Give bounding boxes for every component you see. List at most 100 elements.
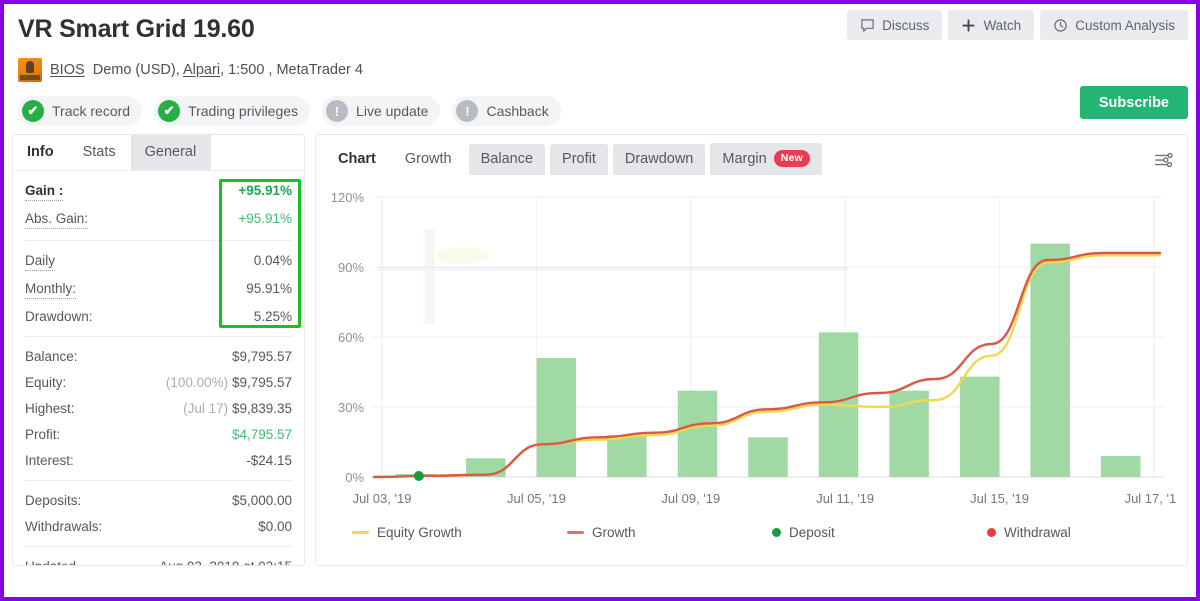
svg-text:Jul 11, '19: Jul 11, '19 [816,491,874,506]
header-actions: Discuss Watch Custom Analysis [847,10,1188,40]
stat-label: Withdrawals: [25,519,103,534]
stat-label: Profit: [25,427,61,442]
status-badge-live-update[interactable]: ! Live update [322,96,441,126]
stat-row-withdrawals: Withdrawals: $0.00 [25,513,292,539]
growth-chart: 0% 30% 60% 90% 120% Jul 03, '19 Jul 05, '19 Jul… [326,189,1177,519]
svg-text:60%: 60% [338,330,364,345]
stat-value: $0.00 [258,519,292,534]
stat-label: Equity: [25,375,67,390]
stat-value: 5.25% [253,309,292,324]
tab-info[interactable]: Info [13,135,69,170]
broker-details-2: , 1:500 , MetaTrader 4 [220,62,363,78]
legend-line-icon [352,531,369,534]
legend-label: Withdrawal [1004,525,1071,540]
stat-row-equity: Equity: (100.00%) $9,795.57 [25,369,292,395]
stat-row-deposits: Deposits: $5,000.00 [25,487,292,513]
stat-label: Daily [25,252,56,271]
stat-value: Aug 03, 2019 at 03:15 [159,558,292,565]
svg-text:Jul 17, '19: Jul 17, '19 [1125,491,1176,506]
stat-label: Gain : [25,182,64,201]
stat-value: 0.04% [253,253,292,268]
svg-text:30%: 30% [338,400,364,415]
legend-line-icon [567,531,584,534]
legend-item-equity-growth[interactable]: Equity Growth [352,525,567,540]
status-badge-cashback[interactable]: ! Cashback [452,96,561,126]
stat-row-daily: Daily 0.04% [25,247,292,275]
stat-value: (Jul 17) $9,839.35 [183,400,292,417]
broker-text: BIOS Demo (USD), Alpari, 1:500 , MetaTra… [50,62,363,78]
stat-value: $9,795.57 [231,349,292,364]
legend-item-withdrawal[interactable]: Withdrawal [987,525,1071,540]
main-body: Info Stats General Gain : +95.91% Abs. G… [4,126,1196,566]
custom-analysis-label: Custom Analysis [1075,17,1175,33]
tab-general[interactable]: General [130,135,212,170]
status-badge-trading-privileges[interactable]: ✔ Trading privileges [154,96,311,126]
stat-row-abs-gain: Abs. Gain: +95.91% [25,205,292,233]
clock-icon [1053,18,1068,33]
stat-value: +95.91% [238,211,292,226]
sidebar-tabs: Info Stats General [13,135,304,171]
watch-label: Watch [983,17,1022,33]
broker-name-link[interactable]: Alpari [183,62,220,78]
stats-group-meta: Updated Aug 03, 2019 at 03:15 Tracking 1… [25,547,292,565]
chart-legend: Equity Growth Growth Deposit Withdrawal [316,519,1187,540]
legend-item-deposit[interactable]: Deposit [772,525,987,540]
stat-value: 95.91% [246,281,292,296]
stat-label: Drawdown: [25,309,93,324]
stats-group-gain: Gain : +95.91% Abs. Gain: +95.91% [25,171,292,241]
status-badge-track-record[interactable]: ✔ Track record [18,96,143,126]
stat-label: Monthly: [25,280,77,299]
legend-label: Growth [592,525,636,540]
svg-text:Jul 05, '19: Jul 05, '19 [507,491,566,506]
app-page: VR Smart Grid 19.60 Discuss Watch Custom… [4,4,1196,597]
stats-group-performance: Daily 0.04% Monthly: 95.91% Drawdown: 5.… [25,241,292,337]
legend-item-growth[interactable]: Growth [567,525,772,540]
stats-rows: Gain : +95.91% Abs. Gain: +95.91% Daily … [13,171,304,565]
new-badge: New [773,150,810,167]
stat-label: Updated [25,558,76,565]
tab-stats[interactable]: Stats [68,135,131,170]
status-badge-label: Live update [356,103,429,119]
legend-label: Deposit [789,525,835,540]
stat-label: Abs. Gain: [25,210,89,229]
status-badge-label: Cashback [486,103,549,119]
stats-group-funds: Deposits: $5,000.00 Withdrawals: $0.00 [25,481,292,547]
status-badge-label: Trading privileges [188,103,299,119]
stat-value: $5,000.00 [231,493,292,508]
stat-label: Highest: [25,401,75,416]
broker-line: BIOS Demo (USD), Alpari, 1:500 , MetaTra… [18,58,1182,82]
comment-icon [860,18,875,33]
tab-chart[interactable]: Chart [326,143,388,175]
check-icon: ✔ [22,100,44,122]
tab-balance[interactable]: Balance [468,143,546,175]
stat-row-updated: Updated Aug 03, 2019 at 03:15 [25,553,292,565]
svg-text:120%: 120% [331,190,365,205]
custom-analysis-button[interactable]: Custom Analysis [1040,10,1188,40]
stat-label: Deposits: [25,493,82,508]
check-icon: ✔ [158,100,181,122]
stat-value-main: $9,839.35 [231,401,292,416]
tab-margin[interactable]: Margin New [710,143,822,175]
tab-growth[interactable]: Growth [392,143,464,175]
watch-button[interactable]: Watch [948,10,1035,40]
sliders-icon[interactable] [1153,149,1175,176]
stat-label: Interest: [25,453,74,468]
svg-text:0%: 0% [345,470,364,485]
discuss-label: Discuss [882,17,930,33]
stat-row-drawdown: Drawdown: 5.25% [25,303,292,329]
svg-text:Jul 15, '19: Jul 15, '19 [970,491,1029,506]
stat-row-balance: Balance: $9,795.57 [25,343,292,369]
stat-value: (100.00%) $9,795.57 [166,374,292,391]
stats-group-account: Balance: $9,795.57 Equity: (100.00%) $9,… [25,337,292,481]
subscribe-button[interactable]: Subscribe [1079,86,1188,119]
tab-profit[interactable]: Profit [550,143,608,175]
stat-row-monthly: Monthly: 95.91% [25,275,292,303]
account-link[interactable]: BIOS [50,62,85,78]
stat-row-highest: Highest: (Jul 17) $9,839.35 [25,395,292,421]
broker-details-1: Demo (USD), [92,62,180,78]
exclamation-icon: ! [326,100,349,122]
tab-drawdown[interactable]: Drawdown [612,143,706,175]
discuss-button[interactable]: Discuss [847,10,943,40]
stat-row-interest: Interest: -$24.15 [25,447,292,473]
stat-value: +95.91% [238,183,292,198]
